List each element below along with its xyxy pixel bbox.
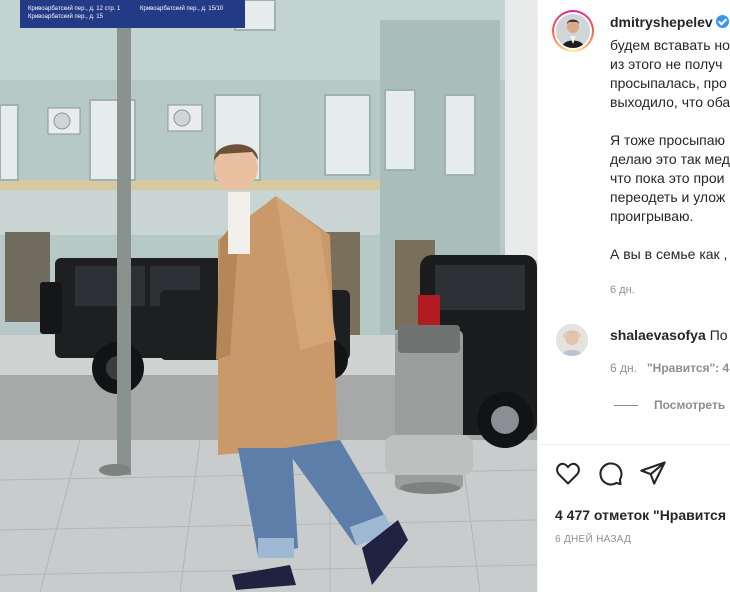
street-sign-line2: Кривоарбатский пер., д. 15 xyxy=(28,13,104,20)
heart-icon[interactable] xyxy=(554,459,582,487)
author-avatar[interactable] xyxy=(552,10,594,52)
avatar-portrait-icon xyxy=(556,14,590,48)
replies-divider xyxy=(614,405,638,407)
likes-count[interactable]: 4 477 отметок "Нравится xyxy=(555,507,726,523)
comment: shalaevasofya По xyxy=(610,327,728,343)
post-date: 6 ДНЕЙ НАЗАД xyxy=(555,534,632,545)
view-replies-label: Посмотреть xyxy=(654,398,726,412)
street-sign-line1: Кривоарбатский пер., д. 12 стр. 1 xyxy=(28,5,121,12)
comment-avatar-portrait-icon xyxy=(556,324,588,356)
caption-blank-line xyxy=(610,226,730,245)
caption-line: будем вставать но xyxy=(610,37,730,53)
caption-line: проигрываю. xyxy=(610,208,694,224)
street-sign-line3: Кривоарбатский пер., д. 15/10 xyxy=(140,5,224,12)
caption-line: выходило, что оба xyxy=(610,94,730,110)
post-photo[interactable]: Кривоарбатский пер., д. 12 стр. 1 Кривоа… xyxy=(0,0,537,592)
caption-line: делаю это так мед xyxy=(610,151,730,167)
comment-username[interactable]: shalaevasofya xyxy=(610,327,706,343)
paper-plane-icon[interactable] xyxy=(639,459,667,487)
post-time[interactable]: 6 дн. xyxy=(610,284,635,296)
verified-badge-icon xyxy=(715,15,729,28)
post-author-username[interactable]: dmitryshepelev xyxy=(610,14,729,30)
comment-meta: 6 дн. "Нравится": 4 xyxy=(610,361,729,375)
comment-time[interactable]: 6 дн. xyxy=(610,361,637,375)
caption-line: просыпалась, про xyxy=(610,75,727,91)
caption-line: переодеть и улож xyxy=(610,189,726,205)
caption-line: Я тоже просыпаю xyxy=(610,132,726,148)
comment-likes[interactable]: "Нравится": 4 xyxy=(647,361,729,375)
comment-text: По xyxy=(709,327,728,343)
caption-line: что пока это прои xyxy=(610,170,725,186)
post-side-panel: dmitryshepelev будем вставать но из этого… xyxy=(537,0,730,592)
view-replies-button[interactable]: Посмотреть xyxy=(610,398,725,412)
caption-blank-line xyxy=(610,112,730,131)
caption-line: из этого не получ xyxy=(610,56,723,72)
comment-bubble-icon[interactable] xyxy=(596,459,624,487)
post-caption: будем вставать но из этого не получ просып… xyxy=(610,36,730,264)
caption-line: А вы в семье как , xyxy=(610,246,728,262)
comment-avatar[interactable] xyxy=(556,324,588,356)
post-actions: 4 477 отметок "Нравится 6 ДНЕЙ НАЗАД xyxy=(538,444,730,592)
avatar-photo xyxy=(556,14,590,48)
street-photo-illustration: Кривоарбатский пер., д. 12 стр. 1 Кривоа… xyxy=(0,0,537,592)
